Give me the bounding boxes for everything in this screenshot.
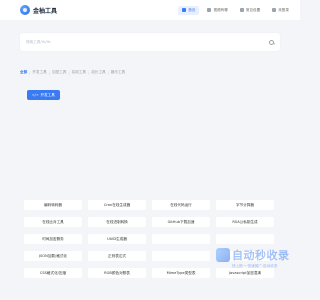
- tab-encrypt-tools[interactable]: 加密工具: [52, 70, 66, 75]
- tab-dev-tools[interactable]: 开发工具: [32, 70, 46, 75]
- tab-utility-tools[interactable]: 实用工具: [72, 70, 86, 75]
- tool-card[interactable]: 时间加密服务: [24, 234, 82, 244]
- settings-icon: [239, 8, 244, 12]
- category-tabs: 全部 | 开发工具 | 加密工具 | 实用工具 | 站长工具 | 娱乐工具: [20, 70, 280, 75]
- tool-card[interactable]: 编码转码器: [24, 200, 82, 210]
- tool-card[interactable]: Cron在线生成器: [88, 200, 146, 210]
- nav-item-settings[interactable]: 常见设置: [236, 6, 264, 15]
- tool-card[interactable]: GitHub下载加速: [152, 217, 210, 227]
- nav-label: 常见设置: [245, 7, 261, 12]
- search-bar[interactable]: 搜索工具/Yo/Yo: [20, 33, 280, 51]
- tool-card[interactable]: 在线代码运行: [152, 200, 210, 210]
- nav-item-video[interactable]: 视频有哪: [203, 6, 231, 15]
- watermark-main: 自动秒收录: [216, 247, 290, 263]
- tool-card[interactable]: [152, 251, 210, 261]
- tool-card[interactable]: MimeType类型表: [152, 268, 210, 278]
- search-icon[interactable]: [269, 39, 274, 45]
- main-nav: 首页 视频有哪 常见设置 未登录: [178, 5, 293, 15]
- nav-label: 未登录: [278, 7, 289, 12]
- nav-label: 视频有哪: [213, 7, 228, 12]
- video-icon: [207, 8, 212, 12]
- tab-all[interactable]: 全部: [20, 70, 27, 75]
- tool-card[interactable]: CSS格式化/压缩: [24, 268, 82, 278]
- top-header: 金柚工具 首页 视频有哪 常见设置 未登录: [0, 0, 300, 20]
- section-dev-tools-button[interactable]: </> 开发工具: [27, 90, 60, 100]
- nav-item-home[interactable]: 首页: [178, 5, 200, 15]
- tool-card[interactable]: RSA公私钥生成: [216, 217, 274, 227]
- nav-item-login[interactable]: 未登录: [268, 6, 293, 15]
- user-icon: [272, 8, 277, 12]
- watermark-subtitle: 快上推一·快速推广·自动收录: [232, 264, 278, 268]
- tab-fun-tools[interactable]: 娱乐工具: [111, 70, 125, 75]
- tool-card[interactable]: UUID生成器: [88, 234, 146, 244]
- tab-separator: |: [68, 70, 70, 75]
- nav-label: 首页: [188, 7, 196, 12]
- tab-separator: |: [107, 70, 109, 75]
- tab-webmaster-tools[interactable]: 站长工具: [91, 70, 105, 75]
- tab-separator: |: [87, 70, 90, 75]
- tool-card[interactable]: JSON加载/格式化: [24, 251, 82, 261]
- tool-card[interactable]: 在线进制转换: [88, 217, 146, 227]
- tool-card[interactable]: 正则表达式: [88, 251, 146, 261]
- watermark: 自动秒收录 快上推一·快速推广·自动收录: [216, 238, 294, 278]
- watermark-title: 自动秒收录: [232, 249, 290, 262]
- tool-card[interactable]: 字节计算器: [216, 200, 274, 210]
- site-logo[interactable]: 金柚工具: [20, 5, 57, 15]
- section-label: 开发工具: [40, 92, 55, 97]
- home-icon: [182, 8, 187, 12]
- tab-separator: |: [29, 70, 31, 75]
- tool-card[interactable]: 在线比对工具: [24, 217, 82, 227]
- logo-icon: [20, 5, 30, 15]
- code-icon: </>: [32, 93, 39, 97]
- tool-card[interactable]: RGB颜色对照表: [88, 268, 146, 278]
- logo-text: 金柚工具: [33, 8, 58, 15]
- tool-card[interactable]: [152, 234, 210, 244]
- watermark-logo-icon: [216, 248, 230, 262]
- tab-separator: |: [48, 70, 50, 75]
- search-input[interactable]: 搜索工具/Yo/Yo: [26, 40, 269, 45]
